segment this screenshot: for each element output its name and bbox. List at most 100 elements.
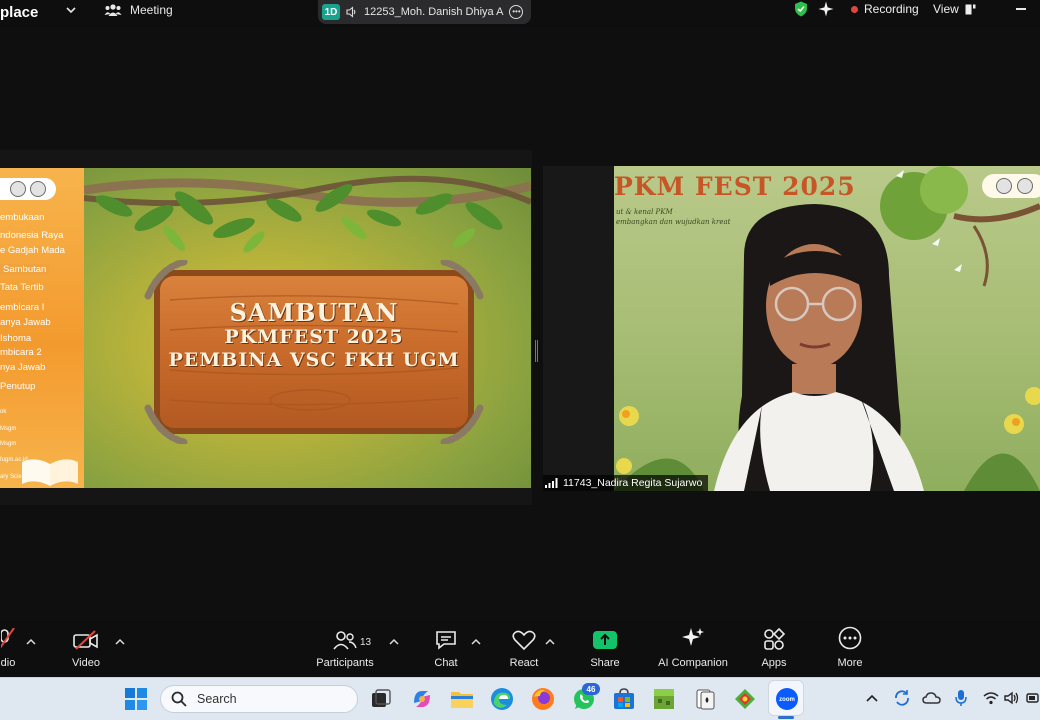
slide-headline: SAMBUTAN PKMFEST 2025 PEMBINA VSC FKH UG… bbox=[140, 300, 488, 372]
signal-strength-icon bbox=[545, 478, 558, 488]
react-options-caret-icon[interactable] bbox=[545, 638, 555, 646]
react-button[interactable]: React bbox=[504, 622, 544, 677]
chat-label: Chat bbox=[434, 657, 458, 669]
agenda-item: embukaan bbox=[0, 212, 45, 223]
meeting-toolbar: dio Video Participants 13 Chat React Sha… bbox=[0, 622, 1040, 677]
whatsapp-notification-badge: 46 bbox=[582, 683, 600, 695]
participant-video-tile[interactable]: PKM FEST 2025 ut & kenal PKM embangkan d… bbox=[543, 166, 1040, 491]
taskbar-search-box[interactable]: Search bbox=[160, 685, 358, 713]
view-layout-icon bbox=[965, 4, 976, 14]
wifi-icon[interactable] bbox=[983, 691, 999, 705]
volume-icon[interactable] bbox=[1004, 691, 1020, 705]
microsoft-store-icon[interactable] bbox=[612, 687, 636, 711]
participants-label: Participants bbox=[316, 657, 374, 669]
headline-line-3: PEMBINA VSC FKH UGM bbox=[168, 349, 460, 371]
video-label: Video bbox=[72, 657, 100, 669]
virtual-background: PKM FEST 2025 ut & kenal PKM embangkan d… bbox=[614, 166, 1040, 491]
encryption-shield-icon[interactable] bbox=[794, 1, 808, 17]
sync-icon[interactable] bbox=[893, 689, 911, 707]
share-screen-button[interactable]: Share bbox=[586, 622, 624, 677]
sharer-avatar-badge: 1D bbox=[322, 4, 340, 20]
contact-line: Msgm bbox=[0, 426, 17, 432]
chat-button[interactable]: Chat bbox=[428, 622, 464, 677]
agenda-item: Penutup bbox=[0, 381, 36, 392]
participants-options-caret-icon[interactable] bbox=[389, 638, 399, 646]
minecraft-icon[interactable] bbox=[652, 687, 676, 711]
headline-line-2: PKMFEST 2025 bbox=[224, 326, 404, 348]
logo-icon bbox=[1016, 178, 1033, 194]
agenda-item: ndonesia Raya bbox=[0, 230, 64, 241]
more-options-icon[interactable]: ••• bbox=[509, 5, 524, 19]
show-hidden-icons-chevron-icon[interactable] bbox=[866, 693, 878, 703]
recording-indicator[interactable]: Recording bbox=[851, 2, 919, 16]
apps-button[interactable]: Apps bbox=[757, 622, 791, 677]
contact-line: ok bbox=[0, 409, 7, 415]
shared-slide: embukaan ndonesia Raya e Gadjah Mada Sam… bbox=[0, 168, 531, 488]
chat-options-caret-icon[interactable] bbox=[471, 638, 481, 646]
audio-options-caret-icon[interactable] bbox=[26, 638, 36, 646]
participants-icon bbox=[333, 631, 357, 650]
firefox-icon[interactable] bbox=[531, 687, 555, 711]
video-off-icon bbox=[73, 630, 98, 650]
view-button[interactable]: View bbox=[933, 2, 976, 16]
audio-button[interactable]: dio bbox=[0, 622, 20, 677]
participants-button[interactable]: Participants bbox=[312, 622, 378, 677]
speaker-icon[interactable] bbox=[346, 6, 358, 18]
zoom-app-icon: zoom bbox=[776, 688, 798, 710]
onedrive-cloud-icon[interactable] bbox=[922, 690, 942, 706]
zoom-app-label: zoom bbox=[779, 697, 795, 703]
microphone-muted-icon bbox=[1, 628, 15, 649]
agenda-item: Ishoma bbox=[0, 333, 32, 344]
video-options-caret-icon[interactable] bbox=[115, 638, 125, 646]
ai-sparkle-icon[interactable] bbox=[818, 1, 834, 17]
more-button[interactable]: More bbox=[832, 622, 868, 677]
video-button[interactable]: Video bbox=[68, 622, 104, 677]
zoom-taskbar-button[interactable]: zoom bbox=[768, 680, 804, 716]
split-view-resize-handle[interactable] bbox=[535, 340, 538, 362]
recording-label: Recording bbox=[864, 2, 919, 16]
slide-agenda-sidebar: embukaan ndonesia Raya e Gadjah Mada Sam… bbox=[0, 168, 84, 488]
share-screen-icon bbox=[593, 631, 617, 649]
participant-name: 11743_Nadira Regita Sujarwo bbox=[563, 477, 703, 489]
agenda-item: anya Jawab bbox=[0, 317, 51, 328]
minimize-icon[interactable] bbox=[1016, 8, 1026, 10]
search-icon bbox=[171, 691, 187, 707]
windows-start-icon[interactable] bbox=[124, 687, 148, 711]
agenda-item: mbicara 2 bbox=[0, 347, 42, 358]
game-app-icon[interactable] bbox=[733, 687, 757, 711]
search-label: Search bbox=[197, 692, 237, 706]
screen-share-indicator[interactable]: 1D 12253_Moh. Danish Dhiya A ••• bbox=[318, 0, 531, 24]
agenda-item: Tata Tertib bbox=[0, 282, 44, 293]
agenda-item: nya Jawab bbox=[0, 362, 46, 373]
file-explorer-icon[interactable] bbox=[450, 687, 474, 711]
logo-icon bbox=[10, 181, 26, 197]
heart-icon bbox=[512, 630, 536, 650]
meeting-info-button[interactable]: Meeting bbox=[104, 3, 173, 17]
ai-companion-label: AI Companion bbox=[658, 657, 728, 669]
chat-icon bbox=[436, 631, 456, 650]
recording-dot bbox=[851, 5, 858, 13]
top-bar: place Meeting 1D 12253_Moh. Danish Dhiya… bbox=[0, 0, 1040, 26]
active-app-indicator bbox=[778, 716, 794, 719]
solitaire-icon[interactable] bbox=[693, 687, 717, 711]
logo-icon bbox=[995, 178, 1012, 194]
agenda-item: embicara I bbox=[0, 302, 45, 313]
headline-line-1: SAMBUTAN bbox=[229, 298, 399, 327]
apps-icon bbox=[764, 628, 785, 650]
agenda-item: e Gadjah Mada bbox=[0, 245, 65, 256]
sharer-name: 12253_Moh. Danish Dhiya A bbox=[364, 6, 504, 18]
audio-label: dio bbox=[0, 657, 16, 669]
windows-taskbar: Search bbox=[0, 677, 1040, 720]
background-logos bbox=[982, 174, 1040, 198]
battery-icon[interactable] bbox=[1026, 692, 1040, 704]
chevron-down-icon[interactable] bbox=[64, 3, 78, 17]
task-view-icon[interactable] bbox=[369, 687, 393, 711]
background-subtitle-1: ut & kenal PKM bbox=[616, 208, 673, 216]
react-label: React bbox=[509, 657, 539, 669]
microphone-tray-icon[interactable] bbox=[955, 689, 967, 707]
participant-name-label: 11743_Nadira Regita Sujarwo bbox=[543, 475, 709, 491]
copilot-icon[interactable] bbox=[410, 687, 434, 711]
edge-browser-icon[interactable] bbox=[490, 687, 514, 711]
agenda-item-current: Sambutan bbox=[0, 264, 50, 275]
ai-companion-button[interactable]: AI Companion bbox=[654, 622, 732, 677]
